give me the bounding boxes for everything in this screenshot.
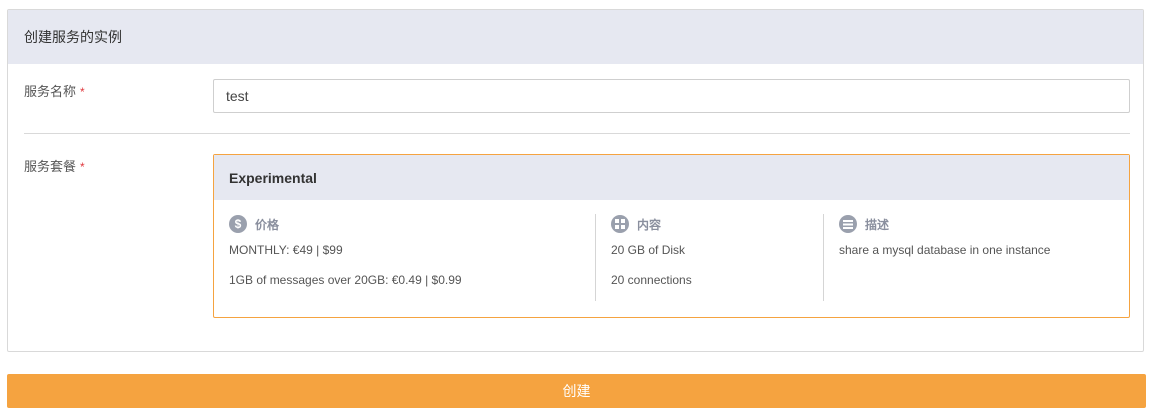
service-name-label-text: 服务名称 <box>24 84 77 99</box>
plan-card-experimental[interactable]: Experimental $ 价格 MONTHLY: €49 | $99 1GB… <box>213 154 1130 318</box>
content-title: 内容 <box>611 214 823 234</box>
plan-name: Experimental <box>229 169 317 186</box>
description-title-text: 描述 <box>865 217 890 232</box>
price-line: MONTHLY: €49 | $99 <box>229 243 343 257</box>
content-line: 20 GB of Disk <box>611 243 686 257</box>
plan-content-column: 内容 20 GB of Disk 20 connections <box>595 214 823 301</box>
create-button[interactable]: 创建 <box>7 374 1146 408</box>
price-title: $ 价格 <box>229 214 594 234</box>
grid-icon <box>611 215 629 233</box>
plan-description-column: 描述 share a mysql database in one instanc… <box>823 214 1113 301</box>
service-plan-label-text: 服务套餐 <box>24 159 77 174</box>
service-plan-label: 服务套餐 * <box>24 156 85 175</box>
list-icon <box>839 215 857 233</box>
description-line: share a mysql database in one instance <box>839 243 1051 257</box>
content-line: 20 connections <box>611 273 692 287</box>
create-instance-panel: 创建服务的实例 服务名称* 服务套餐* Experimental $ 价格 MO… <box>7 9 1144 352</box>
divider <box>24 133 1130 134</box>
panel-header: 创建服务的实例 <box>8 10 1143 64</box>
service-name-input[interactable] <box>213 79 1130 113</box>
plan-card-header: Experimental <box>214 155 1129 200</box>
service-name-label: 服务名称 * <box>24 81 85 100</box>
description-title: 描述 <box>839 214 1113 234</box>
price-title-text: 价格 <box>255 217 280 232</box>
price-line: 1GB of messages over 20GB: €0.49 | $0.99 <box>229 273 462 287</box>
required-mark: * <box>80 160 85 174</box>
required-mark: * <box>80 85 85 99</box>
plan-price-column: $ 价格 MONTHLY: €49 | $99 1GB of messages … <box>229 214 594 301</box>
panel-title: 创建服务的实例 <box>24 29 122 45</box>
dollar-icon: $ <box>229 215 247 233</box>
content-title-text: 内容 <box>637 217 662 232</box>
